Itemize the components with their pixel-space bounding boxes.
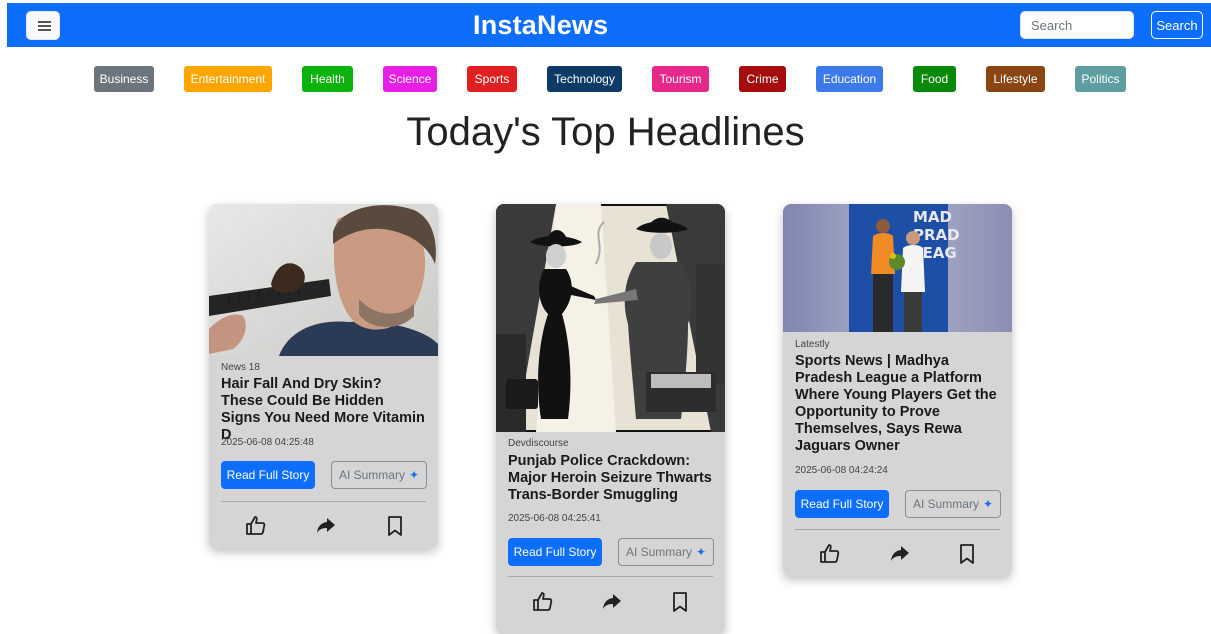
- category-science[interactable]: Science: [383, 66, 437, 92]
- bookmark-button[interactable]: [668, 590, 692, 614]
- bookmark-button[interactable]: [383, 514, 407, 538]
- article-headline[interactable]: Sports News | Madhya Pradesh League a Pl…: [795, 353, 1000, 455]
- category-sports[interactable]: Sports: [467, 66, 517, 92]
- bookmark-button[interactable]: [955, 542, 979, 566]
- navbar: InstaNews Search: [7, 3, 1211, 47]
- banner-text: PRAD: [913, 226, 960, 244]
- category-technology[interactable]: Technology: [547, 66, 622, 92]
- search-button[interactable]: Search: [1151, 11, 1203, 39]
- thumbs-up-icon: [246, 516, 266, 535]
- share-button[interactable]: [600, 590, 624, 614]
- thumbs-up-icon: [533, 592, 553, 611]
- article-date: 2025-06-08 04:25:48: [221, 437, 314, 448]
- share-arrow-icon: [603, 594, 621, 609]
- news-card: Devdiscourse Punjab Police Crackdown: Ma…: [496, 204, 725, 634]
- article-source: Devdiscourse: [508, 438, 569, 449]
- brand-logo[interactable]: InstaNews: [473, 10, 608, 41]
- card-divider: [795, 529, 1000, 530]
- article-source: Latestly: [795, 339, 830, 350]
- sparkle-icon: ✦: [982, 497, 994, 511]
- banner-text: MAD: [913, 208, 952, 226]
- category-lifestyle[interactable]: Lifestyle: [986, 66, 1045, 92]
- ai-summary-button[interactable]: AI Summary ✦: [331, 461, 427, 489]
- article-date: 2025-06-08 04:24:24: [795, 465, 888, 476]
- category-tourism[interactable]: Tourism: [652, 66, 709, 92]
- sparkle-icon: ✦: [408, 468, 420, 482]
- category-politics[interactable]: Politics: [1075, 66, 1126, 92]
- read-full-story-button[interactable]: Read Full Story: [795, 490, 889, 518]
- bookmark-icon: [673, 592, 687, 612]
- share-arrow-icon: [317, 518, 335, 533]
- hamburger-icon: [38, 21, 51, 23]
- news-card: MAD PRAD LEAG Latestly Sports News | Mad…: [783, 204, 1012, 576]
- share-arrow-icon: [891, 546, 909, 561]
- category-health[interactable]: Health: [302, 66, 353, 92]
- card-divider: [508, 576, 713, 577]
- like-button[interactable]: [818, 542, 842, 566]
- menu-toggle-button[interactable]: [26, 11, 60, 40]
- article-image[interactable]: MAD PRAD LEAG: [783, 204, 1012, 332]
- sparkle-icon: ✦: [695, 545, 707, 559]
- page-title: Today's Top Headlines: [406, 110, 805, 154]
- share-button[interactable]: [888, 542, 912, 566]
- share-button[interactable]: [314, 514, 338, 538]
- article-image[interactable]: [209, 204, 438, 356]
- article-headline[interactable]: Hair Fall And Dry Skin? These Could Be H…: [221, 376, 426, 444]
- bookmark-icon: [388, 516, 402, 536]
- read-full-story-button[interactable]: Read Full Story: [508, 538, 602, 566]
- category-entertainment[interactable]: Entertainment: [184, 66, 272, 92]
- category-food[interactable]: Food: [913, 66, 956, 92]
- article-image[interactable]: [496, 204, 725, 432]
- bookmark-icon: [960, 544, 974, 564]
- like-button[interactable]: [531, 590, 555, 614]
- search-input[interactable]: [1020, 11, 1134, 39]
- ai-summary-button[interactable]: AI Summary ✦: [905, 490, 1001, 518]
- category-business[interactable]: Business: [94, 66, 154, 92]
- news-card: News 18 Hair Fall And Dry Skin? These Co…: [209, 204, 438, 548]
- category-crime[interactable]: Crime: [739, 66, 786, 92]
- read-full-story-button[interactable]: Read Full Story: [221, 461, 315, 489]
- card-divider: [221, 501, 426, 502]
- article-date: 2025-06-08 04:25:41: [508, 513, 601, 524]
- thumbs-up-icon: [820, 544, 840, 563]
- article-source: News 18: [221, 362, 260, 373]
- category-education[interactable]: Education: [816, 66, 883, 92]
- ai-summary-button[interactable]: AI Summary ✦: [618, 538, 714, 566]
- like-button[interactable]: [244, 514, 268, 538]
- article-headline[interactable]: Punjab Police Crackdown: Major Heroin Se…: [508, 453, 718, 504]
